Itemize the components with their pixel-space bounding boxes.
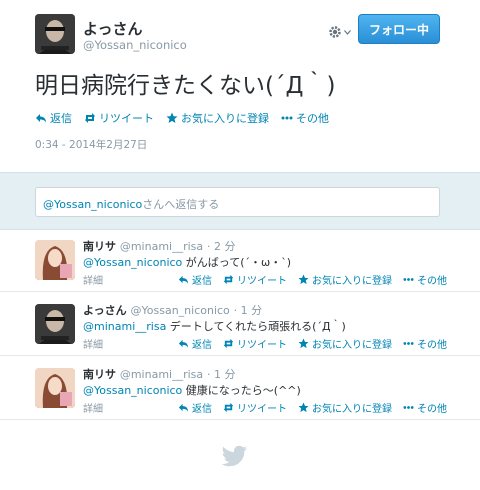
- reply-body: デートしてくれたら頑張れる(´Д｀): [166, 320, 346, 333]
- retweet-label: リツイート: [99, 112, 154, 125]
- reply-body: 健康になったら〜(^^): [182, 384, 301, 397]
- more-button[interactable]: その他: [281, 110, 329, 126]
- reply-button[interactable]: 返信: [35, 110, 72, 126]
- retweet-label: リツイート: [237, 404, 287, 415]
- reply-tweet: 南リサ @minami__risa · 1 分 @Yossan_niconico…: [0, 358, 480, 420]
- star-icon: [166, 112, 178, 123]
- user-actions-dropdown[interactable]: [328, 24, 352, 40]
- reply-button[interactable]: 返信: [178, 336, 212, 351]
- reply-author-handle: @Yossan_niconico: [130, 304, 230, 317]
- reply-input-placeholder: さんへ返信する: [142, 198, 220, 211]
- reply-text: @Yossan_niconico 健康になったら〜(^^): [83, 382, 301, 398]
- retweet-label: リツイート: [237, 340, 287, 351]
- more-label: その他: [417, 276, 447, 287]
- reply-time[interactable]: 1 分: [214, 368, 236, 381]
- favorite-button[interactable]: お気に入りに登録: [298, 272, 392, 287]
- star-icon: [298, 402, 309, 413]
- favorite-button[interactable]: お気に入りに登録: [298, 400, 392, 415]
- author-handle[interactable]: @Yossan_niconico: [83, 38, 187, 52]
- reply-label: 返信: [192, 340, 212, 351]
- retweet-button[interactable]: リツイート: [223, 272, 287, 287]
- more-dots-icon: [403, 406, 414, 409]
- favorite-label: お気に入りに登録: [312, 404, 392, 415]
- reply-composer-area: @Yossan_niconicoさんへ返信する: [0, 172, 480, 230]
- retweet-label: リツイート: [237, 276, 287, 287]
- chevron-down-icon: [344, 29, 351, 35]
- reply-mention[interactable]: @Yossan_niconico: [83, 384, 182, 397]
- reply-input[interactable]: @Yossan_niconicoさんへ返信する: [35, 187, 440, 217]
- reply-author-name: 南リサ: [83, 240, 116, 253]
- detail-link[interactable]: 詳細: [83, 272, 103, 287]
- tweet-timestamp[interactable]: 0:34 - 2014年2月27日: [35, 137, 147, 152]
- star-icon: [298, 338, 309, 349]
- tweet-actions: 返信 リツイート お気に入りに登録 その他: [35, 110, 329, 126]
- reply-tweet: 南リサ @minami__risa · 2 分 @Yossan_niconico…: [0, 230, 480, 292]
- reply-icon: [178, 339, 189, 348]
- avatar[interactable]: [35, 304, 75, 344]
- more-dots-icon: [403, 278, 414, 281]
- reply-author[interactable]: 南リサ @minami__risa · 1 分: [83, 366, 236, 382]
- favorite-label: お気に入りに登録: [312, 340, 392, 351]
- reply-author[interactable]: よっさん @Yossan_niconico · 1 分: [83, 302, 262, 318]
- more-button[interactable]: その他: [403, 272, 447, 287]
- twitter-bird-icon: [222, 445, 247, 467]
- retweet-button[interactable]: リツイート: [223, 336, 287, 351]
- retweet-icon: [223, 402, 234, 413]
- favorite-button[interactable]: お気に入りに登録: [298, 336, 392, 351]
- favorite-label: お気に入りに登録: [181, 112, 269, 125]
- detail-link[interactable]: 詳細: [83, 336, 103, 351]
- retweet-icon: [223, 338, 234, 349]
- reply-label: 返信: [50, 112, 72, 125]
- reply-author-handle: @minami__risa: [119, 240, 204, 253]
- reply-actions: 返信 リツイート お気に入りに登録 その他: [178, 400, 447, 415]
- reply-mention[interactable]: @Yossan_niconico: [83, 256, 182, 269]
- reply-icon: [178, 403, 189, 412]
- detail-link[interactable]: 詳細: [83, 400, 103, 415]
- retweet-button[interactable]: リツイート: [84, 110, 154, 126]
- more-label: その他: [417, 340, 447, 351]
- reply-actions: 返信 リツイート お気に入りに登録 その他: [178, 336, 447, 351]
- reply-author[interactable]: 南リサ @minami__risa · 2 分: [83, 238, 236, 254]
- gear-icon: [329, 26, 341, 38]
- more-button[interactable]: その他: [403, 400, 447, 415]
- reply-author-name: 南リサ: [83, 368, 116, 381]
- star-icon: [298, 274, 309, 285]
- avatar[interactable]: [35, 368, 75, 408]
- favorite-label: お気に入りに登録: [312, 276, 392, 287]
- author-avatar[interactable]: [35, 14, 75, 54]
- reply-icon: [178, 275, 189, 284]
- more-label: その他: [296, 112, 329, 125]
- reply-time[interactable]: 2 分: [214, 240, 236, 253]
- reply-time[interactable]: 1 分: [241, 304, 263, 317]
- more-button[interactable]: その他: [403, 336, 447, 351]
- reply-button[interactable]: 返信: [178, 272, 212, 287]
- author-name[interactable]: よっさん: [83, 18, 143, 39]
- reply-mention[interactable]: @minami__risa: [83, 320, 166, 333]
- reply-text: @minami__risa デートしてくれたら頑張れる(´Д｀): [83, 318, 346, 334]
- reply-text: @Yossan_niconico がんばって(´・ω・`): [83, 254, 291, 270]
- reply-label: 返信: [192, 276, 212, 287]
- reply-actions: 返信 リツイート お気に入りに登録 その他: [178, 272, 447, 287]
- main-tweet: よっさん @Yossan_niconico フォロー中 明日病院行きたくない(´…: [0, 0, 480, 172]
- reply-body: がんばって(´・ω・`): [182, 256, 292, 269]
- retweet-button[interactable]: リツイート: [223, 400, 287, 415]
- reply-button[interactable]: 返信: [178, 400, 212, 415]
- reply-icon: [36, 114, 46, 123]
- retweet-icon: [85, 113, 95, 123]
- avatar[interactable]: [35, 240, 75, 280]
- following-button[interactable]: フォロー中: [358, 14, 440, 44]
- reply-author-name: よっさん: [83, 304, 127, 317]
- more-dots-icon: [281, 116, 293, 120]
- favorite-button[interactable]: お気に入りに登録: [166, 110, 269, 126]
- reply-input-mention: @Yossan_niconico: [43, 198, 143, 211]
- reply-label: 返信: [192, 404, 212, 415]
- reply-author-handle: @minami__risa: [119, 368, 204, 381]
- more-label: その他: [417, 404, 447, 415]
- more-dots-icon: [403, 342, 414, 345]
- tweet-text: 明日病院行きたくない(´Д｀): [35, 73, 336, 99]
- reply-tweet: よっさん @Yossan_niconico · 1 分 @minami__ris…: [0, 294, 480, 356]
- retweet-icon: [223, 274, 234, 285]
